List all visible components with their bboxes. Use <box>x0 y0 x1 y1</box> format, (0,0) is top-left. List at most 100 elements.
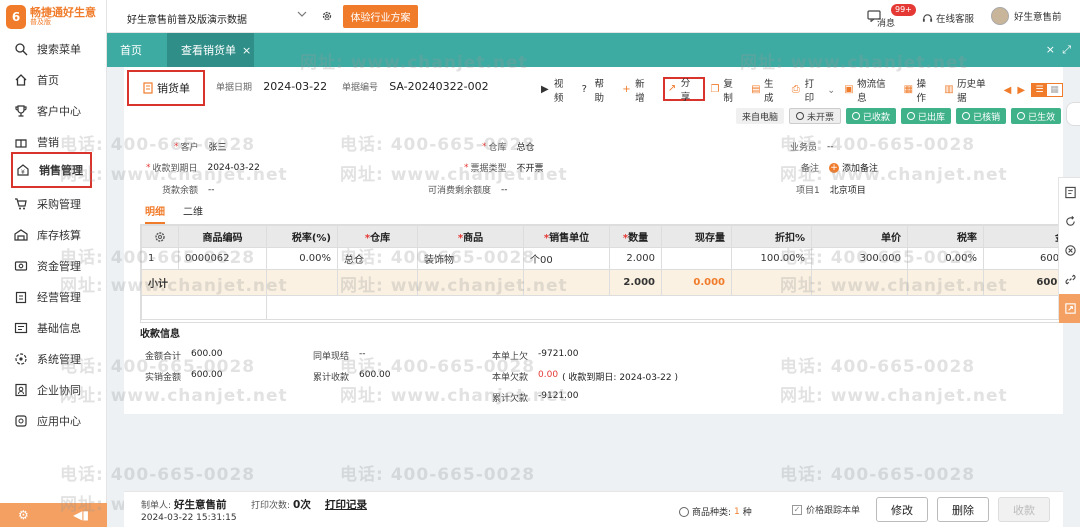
list-view-icon[interactable]: ☰ <box>1032 84 1048 96</box>
online-service-button[interactable]: 在线客服 <box>922 11 974 25</box>
operate-button[interactable]: ▦ 操作 <box>904 79 936 104</box>
close-icon[interactable]: × <box>242 44 251 57</box>
add-remark-link[interactable]: + 添加备注 <box>829 161 878 174</box>
sidebar-item-label: 企业协同 <box>37 383 81 397</box>
column-settings[interactable] <box>141 225 179 248</box>
card-view-icon[interactable]: ▦ <box>1047 84 1063 96</box>
tab-detail[interactable]: 明细 <box>145 203 165 224</box>
detail-grid: 商品编码 税率(%) *仓库 *商品 *销售单位 *数量 现存量 折扣% 单价 … <box>140 224 1063 323</box>
sidebar-item-money[interactable]: 资金管理 <box>0 250 107 281</box>
tab-two-dimension[interactable]: 二维 <box>183 203 203 224</box>
prev-arrow-icon[interactable]: ◀ <box>1004 85 1012 96</box>
sidebar-item-app-center[interactable]: 应用中心 <box>0 405 107 436</box>
close-all-icon[interactable]: × <box>1046 43 1055 56</box>
sidebar-item-label: 库存核算 <box>37 228 81 242</box>
delete-button[interactable]: 删除 <box>937 497 989 522</box>
refresh-tool-icon[interactable] <box>1059 207 1080 236</box>
customer-field[interactable]: * 客户 张三 <box>174 140 227 154</box>
close-circle-tool-icon[interactable] <box>1059 236 1080 265</box>
gear-icon <box>155 231 165 242</box>
column-header: 折扣% <box>731 225 812 248</box>
next-arrow-icon[interactable]: ▶ <box>1017 85 1025 96</box>
doc-type-title[interactable]: 销货单 <box>127 70 205 106</box>
column-header: 税率 <box>907 225 984 248</box>
sidebar-item-label: 搜索菜单 <box>37 42 81 56</box>
sales-icon: ¥ <box>16 163 30 177</box>
fullscreen-icon[interactable]: ⤢ <box>1062 43 1071 57</box>
chevron-down-icon[interactable] <box>297 9 307 19</box>
floating-assistant-icon[interactable] <box>1066 102 1080 126</box>
add-button[interactable]: + 新增 <box>622 79 654 104</box>
video-button[interactable]: ▶ 视频 <box>541 79 573 104</box>
view-toggle: ☰ ▦ <box>1031 83 1064 97</box>
history-button[interactable]: ▥ 历史单据 <box>944 79 994 104</box>
headset-icon <box>922 13 933 22</box>
project-field[interactable]: 项目1 北京项目 <box>796 183 866 196</box>
column-header: 税率(%) <box>266 225 338 248</box>
warehouse-field[interactable]: * 仓库 总仓 <box>482 140 535 154</box>
user-menu[interactable]: 好生意售前 <box>991 7 1062 25</box>
settings-icon[interactable]: ⚙ <box>18 508 29 522</box>
trial-industry-button[interactable]: 体验行业方案 <box>343 5 418 28</box>
detail-subtabs: 明细 二维 <box>145 203 221 224</box>
sidebar-item-basic-info[interactable]: 基础信息 <box>0 312 107 343</box>
messages-button[interactable]: 99+ 消息 <box>867 4 916 30</box>
logo[interactable]: 6 畅捷通好生意 普及版 <box>0 0 106 33</box>
invoice-type-field[interactable]: * 票据类型 不开票 <box>464 161 544 175</box>
sidebar-item-inventory[interactable]: 库存核算 <box>0 219 107 250</box>
message-label: 消息 <box>877 19 896 29</box>
share-button[interactable]: ↗ 分享 <box>662 77 705 103</box>
balance-field: 货款余额 -- <box>162 184 215 197</box>
sidebar-item-system[interactable]: 系统管理 <box>0 343 107 374</box>
sidebar-item-label: 基础信息 <box>37 321 81 335</box>
total-amount: 金额合计 600.00 <box>145 349 223 362</box>
column-header: *数量 <box>609 225 662 248</box>
sidebar-item-purchase[interactable]: 采购管理 <box>0 188 107 219</box>
tab-home[interactable]: 首页 <box>120 33 142 67</box>
help-button[interactable]: ? 帮助 <box>581 79 614 104</box>
gear-icon[interactable] <box>321 10 333 22</box>
app-center-icon <box>14 414 28 428</box>
accumulated-owed: 累计欠款 -9121.00 <box>492 391 579 404</box>
table-row[interactable]: 1 0000062 0.00% 总仓 装饰物 个00 2.000 100.00%… <box>141 247 1062 270</box>
collapse-icon[interactable]: ◀▮ <box>73 508 89 522</box>
message-badge: 99+ <box>891 4 916 16</box>
expand-tool-icon[interactable] <box>1059 294 1080 323</box>
cash-settlement: 同单现结 -- <box>313 349 366 362</box>
help-icon: ? <box>581 84 587 95</box>
plus-icon: + <box>622 84 631 95</box>
sidebar-item-label: 销售管理 <box>39 164 83 177</box>
copy-button[interactable]: ❐ 复制 <box>711 79 743 104</box>
form-tool-icon[interactable] <box>1059 178 1080 207</box>
previous-owed: 本单上欠 -9721.00 <box>492 349 579 362</box>
sidebar-item-sales[interactable]: ¥ 销售管理 <box>11 152 92 188</box>
sidebar-item-search[interactable]: 搜索菜单 <box>0 33 107 64</box>
sidebar-item-collaboration[interactable]: 企业协同 <box>0 374 107 405</box>
sidebar-item-label: 采购管理 <box>37 197 81 211</box>
company-selector[interactable]: 好生意售前普及版演示数据 <box>127 11 247 26</box>
sidebar-item-operations[interactable]: 经营管理 <box>0 281 107 312</box>
edit-button[interactable]: 修改 <box>876 497 928 522</box>
print-button[interactable]: ⎙ 打印 ⌄ <box>792 79 835 104</box>
sidebar-item-label: 客户中心 <box>37 104 81 118</box>
info-dot-icon <box>679 506 689 517</box>
sidebar-item-label: 应用中心 <box>37 414 81 428</box>
sidebar-item-home[interactable]: 首页 <box>0 64 107 95</box>
doc-toolbar: ▶ 视频 ? 帮助 + 新增 ↗ 分享 ❐ 复制 ▤ 生成 ⎙ 打印 ⌄ ▣ 物流信息 ▦ 操作 ▥… <box>541 77 1064 104</box>
price-track-checkbox[interactable]: ✓ 价格跟踪本单 <box>792 503 860 516</box>
tab-view-sales-order[interactable]: 查看销货单 × <box>167 33 254 67</box>
generate-button[interactable]: ▤ 生成 <box>751 79 783 104</box>
remark-field[interactable]: 备注 + 添加备注 <box>801 161 878 174</box>
purchase-icon <box>14 197 28 211</box>
logistics-button[interactable]: ▣ 物流信息 <box>844 79 894 104</box>
doc-footer: 制单人: 好生意售前 2024-03-22 15:31:15 打印次数: 0次 打印… <box>124 491 1063 527</box>
receive-payment-button[interactable]: 收款 <box>998 497 1050 522</box>
due-date-field[interactable]: * 收款到期日 2024-03-22 <box>146 161 260 175</box>
status-badge: 已生效 <box>1011 108 1062 124</box>
link-tool-icon[interactable] <box>1059 265 1080 294</box>
salesman-field[interactable]: 业务员 -- <box>790 140 834 154</box>
sidebar-item-label: 系统管理 <box>37 352 81 366</box>
print-log-link[interactable]: 打印记录 <box>325 497 367 512</box>
sidebar-item-label: 资金管理 <box>37 259 81 273</box>
sidebar-item-customer[interactable]: 客户中心 <box>0 95 107 126</box>
